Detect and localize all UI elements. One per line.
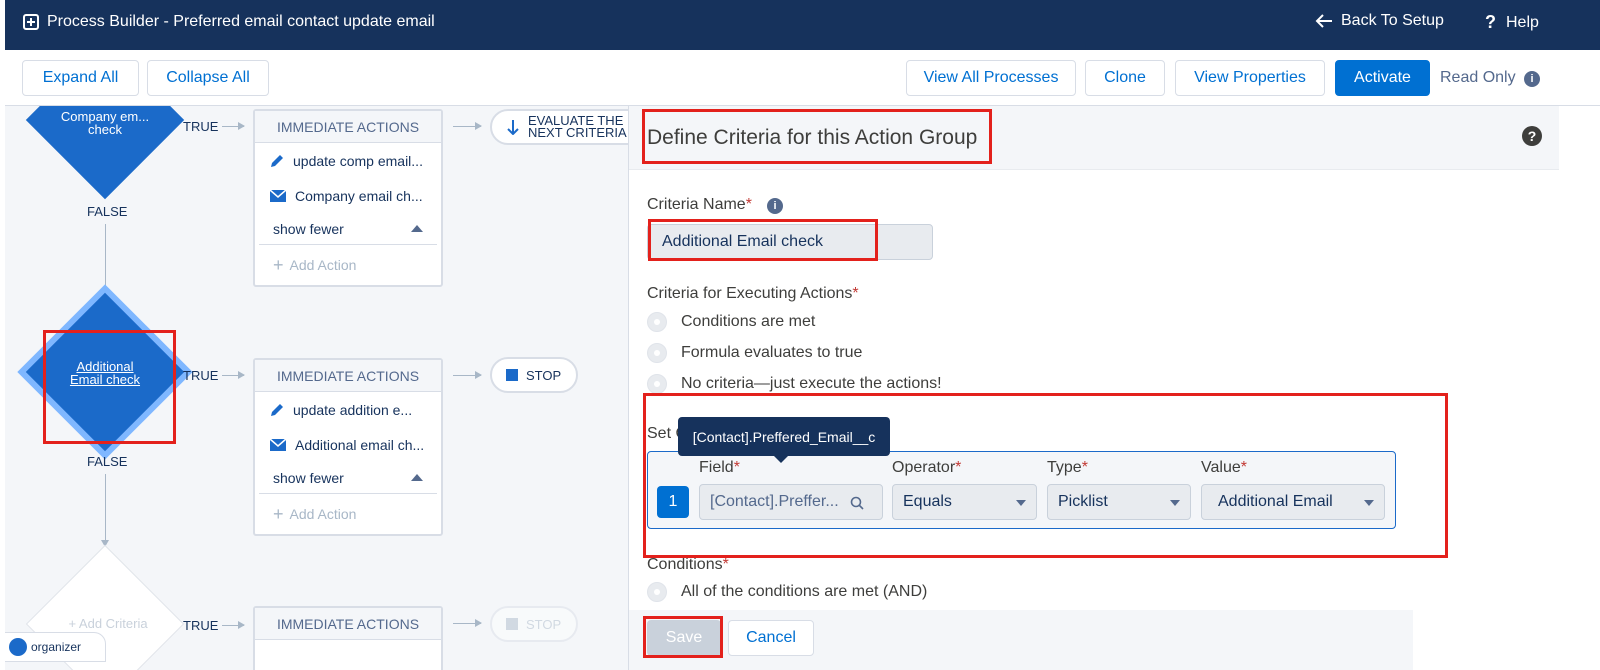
- executing-label: Criteria for Executing Actions*: [647, 285, 859, 302]
- false-label: FALSE: [87, 204, 128, 219]
- process-builder-icon: [23, 14, 39, 30]
- app-header: Process Builder - Preferred email contac…: [5, 0, 1600, 50]
- help-link[interactable]: ? Help: [1485, 12, 1539, 33]
- connector-arrow: [222, 122, 245, 130]
- search-icon: [850, 496, 864, 510]
- toolbar: Expand All Collapse All View All Process…: [5, 50, 1600, 106]
- criteria-node-additional-email-label[interactable]: Additional Email check: [60, 360, 150, 386]
- true-label: TRUE: [183, 618, 219, 633]
- true-label: TRUE: [183, 119, 219, 134]
- column-field: Field*: [699, 459, 740, 476]
- action-item[interactable]: update addition e...: [255, 392, 441, 427]
- connector-line: [101, 224, 109, 297]
- collapse-all-button[interactable]: Collapse All: [147, 60, 269, 96]
- card-header: IMMEDIATE ACTIONS: [255, 111, 441, 143]
- add-action-button[interactable]: + Add Action: [255, 494, 441, 534]
- connector-arrow: [453, 619, 482, 627]
- view-properties-button[interactable]: View Properties: [1175, 60, 1325, 96]
- action-item[interactable]: Additional email ch...: [255, 427, 441, 462]
- conditions-label: Conditions*: [647, 556, 729, 573]
- chevron-down-icon: [1364, 500, 1374, 506]
- action-item[interactable]: update comp email...: [255, 143, 441, 178]
- help-icon[interactable]: ?: [1522, 126, 1542, 146]
- back-to-setup-link[interactable]: Back To Setup: [1315, 12, 1444, 30]
- show-fewer-toggle[interactable]: show fewer: [259, 213, 437, 245]
- pencil-icon: [271, 403, 283, 416]
- cancel-button[interactable]: Cancel: [728, 620, 814, 656]
- tooltip-pointer: [773, 455, 789, 463]
- email-icon: [269, 437, 287, 451]
- stop-icon: [506, 618, 518, 630]
- false-label: FALSE: [87, 454, 128, 469]
- column-type: Type*: [1047, 459, 1088, 476]
- save-button[interactable]: Save: [647, 620, 721, 656]
- radio-no-criteria[interactable]: [647, 374, 667, 394]
- true-label: TRUE: [183, 368, 219, 383]
- immediate-actions-card: IMMEDIATE ACTIONS update comp email... C…: [253, 109, 443, 287]
- field-tooltip: [Contact].Preffered_Email__c: [678, 417, 890, 463]
- pencil-icon: [271, 154, 283, 167]
- organizer-badge[interactable]: organizer: [5, 632, 106, 662]
- immediate-actions-card: IMMEDIATE ACTIONS update addition e... A…: [253, 358, 443, 536]
- caret-up-icon: [411, 474, 423, 481]
- option-conditions-met: Conditions are met: [681, 313, 816, 330]
- option-all-conditions: All of the conditions are met (AND): [681, 583, 928, 600]
- process-canvas: Company em... check TRUE FALSE IMMEDIATE…: [5, 106, 641, 670]
- chevron-down-icon: [1016, 500, 1026, 506]
- value-select[interactable]: Additional Email: [1201, 484, 1385, 520]
- plus-icon: +: [273, 503, 284, 524]
- card-header: IMMEDIATE ACTIONS: [255, 360, 441, 392]
- expand-all-button[interactable]: Expand All: [22, 60, 139, 96]
- add-criteria-label[interactable]: + Add Criteria: [53, 616, 163, 631]
- activate-button[interactable]: Activate: [1335, 60, 1430, 96]
- criteria-name-label: Criteria Name*: [647, 196, 752, 213]
- view-all-processes-button[interactable]: View All Processes: [906, 60, 1076, 96]
- page-title: Process Builder - Preferred email contac…: [47, 13, 435, 30]
- stop-node[interactable]: STOP: [490, 357, 578, 393]
- show-fewer-toggle[interactable]: show fewer: [259, 462, 437, 494]
- plus-icon: +: [273, 254, 284, 275]
- stop-icon: [506, 369, 518, 381]
- connector-line: [101, 474, 109, 547]
- arrow-down-icon: [507, 120, 519, 135]
- criteria-panel: Define Criteria for this Action Group ? …: [628, 106, 1559, 670]
- cloud-icon: [9, 638, 27, 656]
- radio-all-conditions[interactable]: [647, 582, 667, 602]
- option-formula: Formula evaluates to true: [681, 344, 863, 361]
- connector-arrow: [453, 122, 482, 130]
- connector-arrow: [222, 621, 245, 629]
- criteria-node-company-label: Company em... check: [60, 109, 150, 137]
- column-operator: Operator*: [892, 459, 962, 476]
- info-icon[interactable]: i: [767, 198, 783, 214]
- connector-arrow: [453, 371, 482, 379]
- email-icon: [269, 188, 287, 202]
- field-selector[interactable]: [Contact].Preffer...: [699, 484, 883, 520]
- column-value: Value*: [1201, 459, 1247, 476]
- row-index-badge: 1: [657, 486, 689, 518]
- action-item[interactable]: Company email ch...: [255, 178, 441, 213]
- type-select[interactable]: Picklist: [1047, 484, 1191, 520]
- radio-formula[interactable]: [647, 343, 667, 363]
- panel-title: Define Criteria for this Action Group: [647, 126, 978, 149]
- operator-select[interactable]: Equals: [892, 484, 1037, 520]
- criteria-name-input[interactable]: Additional Email check: [647, 224, 933, 260]
- add-action-button[interactable]: + Add Action: [255, 245, 441, 285]
- read-only-label: Read Only: [1440, 69, 1516, 86]
- info-icon[interactable]: i: [1524, 71, 1540, 87]
- option-no-criteria: No criteria—just execute the actions!: [681, 375, 942, 392]
- card-header: IMMEDIATE ACTIONS: [255, 608, 441, 640]
- chevron-down-icon: [1170, 500, 1180, 506]
- caret-up-icon: [411, 225, 423, 232]
- clone-button[interactable]: Clone: [1085, 60, 1165, 96]
- stop-node[interactable]: STOP: [490, 606, 578, 642]
- connector-arrow: [222, 371, 245, 379]
- immediate-actions-card: IMMEDIATE ACTIONS: [253, 606, 443, 670]
- radio-conditions-met[interactable]: [647, 312, 667, 332]
- question-icon: ?: [1485, 12, 1496, 32]
- arrow-left-icon: [1315, 14, 1332, 28]
- evaluate-next-criteria-node[interactable]: EVALUATE THE NEXT CRITERIA: [490, 109, 641, 145]
